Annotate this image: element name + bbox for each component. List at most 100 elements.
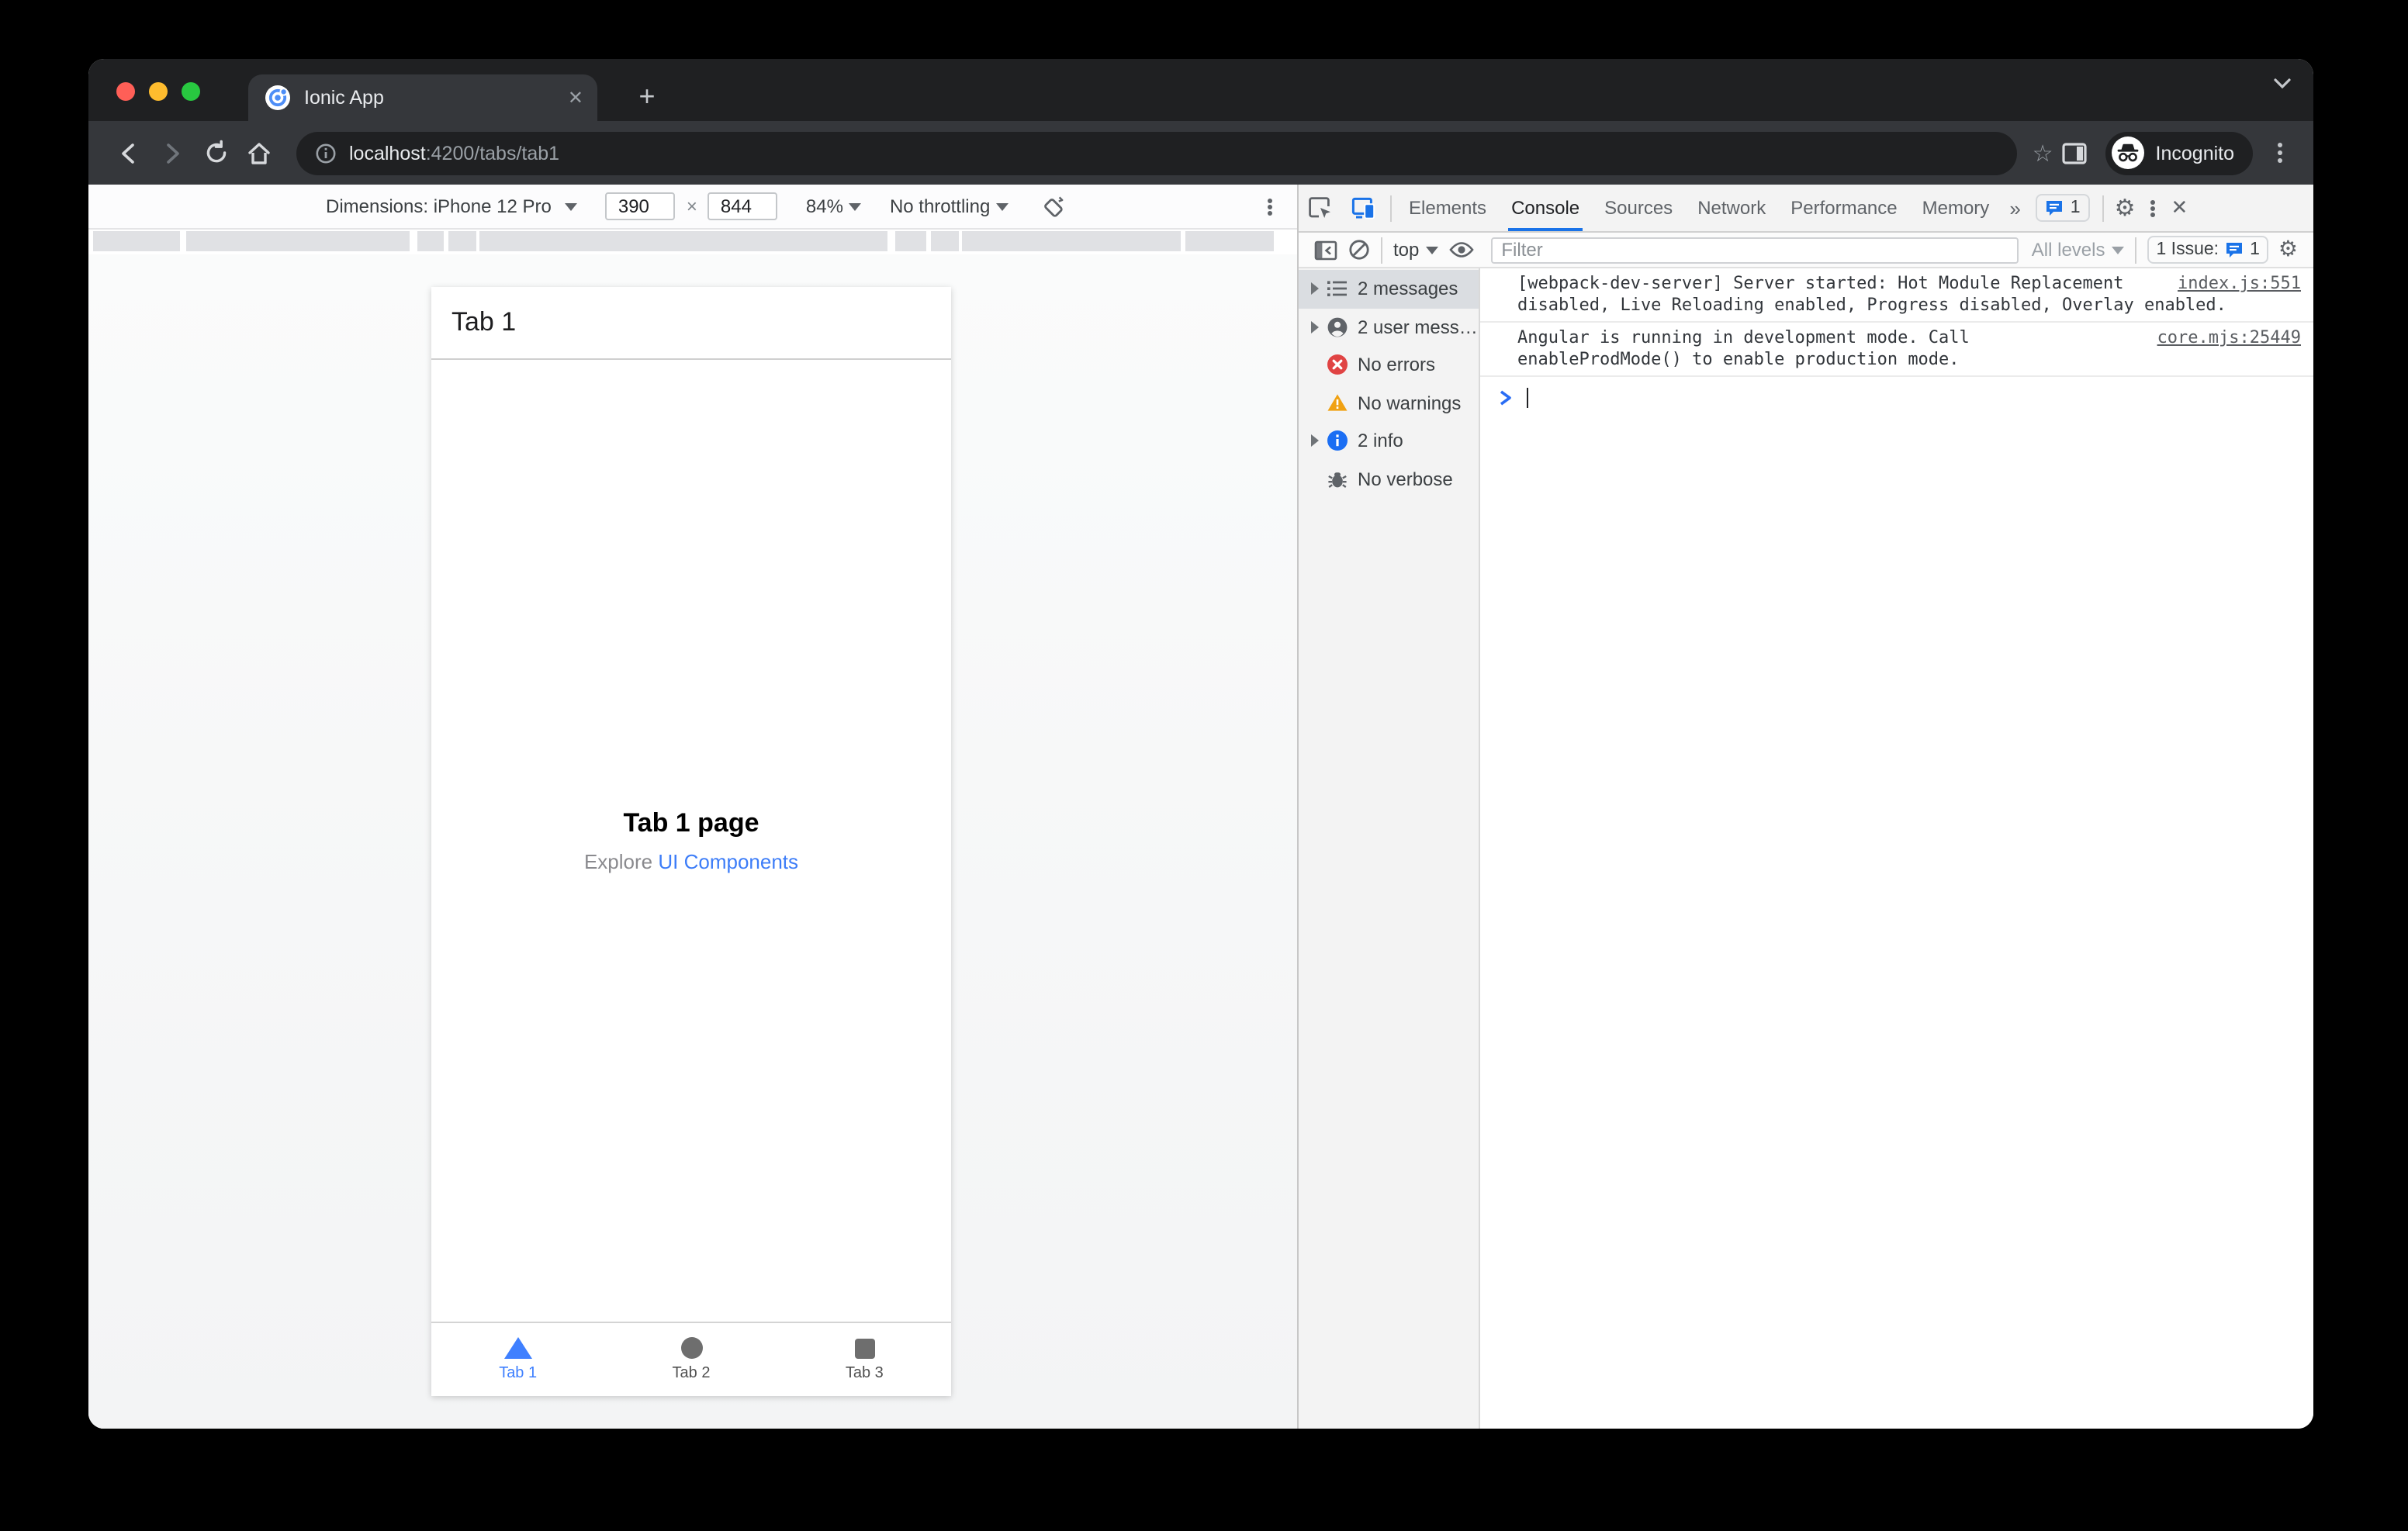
minimize-window-button[interactable] — [149, 82, 168, 101]
media-query-segment — [1185, 231, 1274, 251]
console-issue-text: 1 Issue: — [2156, 240, 2219, 259]
devtools-settings-icon[interactable]: ⚙ — [2115, 194, 2136, 222]
console-toolbar: top All levels — [1299, 233, 2313, 268]
devtools-tab-network[interactable]: Network — [1685, 185, 1778, 231]
media-query-segment — [186, 231, 410, 251]
console-filter-input[interactable] — [1490, 237, 2019, 263]
main-area: Dimensions: iPhone 12 Pro × 84% No throt… — [88, 185, 2313, 1429]
ionic-favicon-icon — [265, 85, 290, 110]
sidebar-item-label: 2 info — [1358, 430, 1403, 452]
disclosure-triangle-icon[interactable] — [1311, 434, 1319, 448]
log-levels-select[interactable]: All levels — [2032, 239, 2124, 261]
app-tab-tab2[interactable]: Tab 2 — [604, 1323, 777, 1396]
device-dimensions-label: Dimensions: iPhone 12 Pro — [326, 195, 552, 217]
console-message: index.js:551 [webpack-dev-server] Server … — [1480, 268, 2313, 323]
console-sidebar-item[interactable]: 2 user messages — [1299, 308, 1479, 346]
chevron-down-icon — [849, 202, 862, 210]
sidebar-item-label: No verbose — [1358, 468, 1453, 490]
screenshot-stage: Ionic App ✕ + localhost:4200/tabs/tab1 ☆… — [0, 0, 2408, 1531]
site-info-icon[interactable] — [315, 142, 337, 164]
tab-search-chevron-icon[interactable] — [2273, 78, 2292, 90]
app-content: Tab 1 page Explore UI Components — [431, 360, 951, 1322]
close-window-button[interactable] — [116, 82, 135, 101]
sidebar-item-label: 2 messages — [1358, 278, 1458, 300]
device-height-input[interactable] — [708, 192, 778, 220]
device-zoom-select[interactable]: 84% — [806, 195, 862, 217]
clear-console-icon[interactable] — [1342, 234, 1376, 265]
devtools-tab-elements[interactable]: Elements — [1396, 185, 1499, 231]
media-query-segment — [448, 231, 476, 251]
issues-icon — [2046, 201, 2063, 216]
verbose-icon — [1327, 468, 1348, 490]
console-source-link[interactable]: core.mjs:25449 — [2157, 327, 2301, 348]
back-button[interactable] — [107, 131, 150, 175]
list-icon — [1327, 278, 1348, 300]
tab-close-icon[interactable]: ✕ — [568, 87, 583, 109]
url-bar[interactable]: localhost:4200/tabs/tab1 — [296, 131, 2017, 175]
incognito-label: Incognito — [2155, 142, 2234, 164]
app-header: Tab 1 — [431, 287, 951, 360]
console-message-text: Angular is running in development mode. … — [1517, 327, 1970, 368]
live-expression-eye-icon[interactable] — [1444, 234, 1478, 265]
console-sidebar-item[interactable]: 2 info — [1299, 422, 1479, 460]
console-sidebar-toggle-icon[interactable] — [1308, 234, 1342, 265]
app-page-title: Tab 1 page — [623, 808, 759, 838]
console-sidebar-item[interactable]: 2 messages — [1299, 270, 1479, 308]
issues-count: 1 — [2070, 199, 2081, 217]
app-header-title: Tab 1 — [452, 307, 517, 337]
app-tab-tab1[interactable]: Tab 1 — [431, 1323, 604, 1396]
device-throttling-select[interactable]: No throttling — [890, 195, 1009, 217]
media-query-ruler[interactable] — [88, 230, 1297, 254]
bookmark-star-icon[interactable]: ☆ — [2033, 139, 2053, 167]
console-issues-button[interactable]: 1 Issue: 1 — [2147, 236, 2269, 264]
console-body: 2 messages 2 user messages No errors No war… — [1299, 268, 2313, 1429]
device-emulation-panel: Dimensions: iPhone 12 Pro × 84% No throt… — [88, 185, 1297, 1429]
more-tabs-chevron[interactable]: » — [2001, 196, 2028, 219]
console-sidebar-item[interactable]: No errors — [1299, 346, 1479, 384]
new-tab-button[interactable]: + — [625, 74, 669, 118]
rotate-device-icon[interactable] — [1040, 194, 1064, 219]
app-tab-tab3[interactable]: Tab 3 — [778, 1323, 951, 1396]
console-sidebar-item[interactable]: No warnings — [1299, 384, 1479, 422]
disclosure-triangle-icon[interactable] — [1311, 320, 1319, 334]
disclosure-triangle-icon[interactable] — [1311, 282, 1319, 295]
console-settings-icon[interactable]: ⚙ — [2278, 237, 2298, 262]
toggle-device-toolbar-icon[interactable] — [1342, 188, 1386, 228]
devtools-tab-sources[interactable]: Sources — [1592, 185, 1685, 231]
reload-button[interactable] — [194, 131, 237, 175]
inspect-element-icon[interactable] — [1299, 188, 1342, 228]
titlebar: Ionic App ✕ + — [88, 59, 2313, 121]
emulated-phone-screen: Tab 1 Tab 1 page Explore UI Components T… — [431, 287, 951, 1396]
console-context-select[interactable]: top — [1393, 239, 1438, 261]
forward-button[interactable] — [150, 131, 194, 175]
explore-text: Explore — [583, 850, 659, 873]
chevron-down-icon — [996, 202, 1009, 210]
sidebar-item-label: No warnings — [1358, 392, 1462, 414]
device-width-input[interactable] — [605, 192, 676, 220]
console-sidebar-item[interactable]: No verbose — [1299, 460, 1479, 498]
devtools-tab-performance[interactable]: Performance — [1778, 185, 1909, 231]
browser-menu-icon[interactable] — [2278, 150, 2282, 155]
console-prompt[interactable] — [1480, 377, 2313, 408]
dimensions-times-label: × — [686, 195, 697, 217]
error-icon — [1327, 354, 1348, 376]
zoom-window-button[interactable] — [182, 82, 200, 101]
devtools-tab-memory[interactable]: Memory — [1910, 185, 2002, 231]
side-panel-icon[interactable] — [2053, 131, 2097, 175]
device-dimensions-select[interactable]: Dimensions: iPhone 12 Pro — [326, 195, 578, 217]
devtools-close-icon[interactable]: ✕ — [2171, 195, 2188, 220]
home-button[interactable] — [237, 131, 281, 175]
devtools-issues-badge[interactable]: 1 — [2036, 194, 2090, 222]
media-query-segment — [479, 231, 887, 251]
devtools-menu-icon[interactable] — [2150, 206, 2156, 210]
device-throttling-value: No throttling — [889, 195, 991, 217]
device-toolbar-menu-icon[interactable] — [1268, 204, 1272, 209]
console-context-value: top — [1393, 239, 1420, 261]
console-source-link[interactable]: index.js:551 — [2178, 273, 2301, 294]
app-tab-label: Tab 1 — [499, 1365, 538, 1382]
ui-components-link[interactable]: UI Components — [658, 850, 798, 873]
devtools-tab-console[interactable]: Console — [1499, 185, 1592, 231]
browser-tab[interactable]: Ionic App ✕ — [248, 74, 597, 121]
console-issue-count: 1 — [2250, 240, 2260, 259]
